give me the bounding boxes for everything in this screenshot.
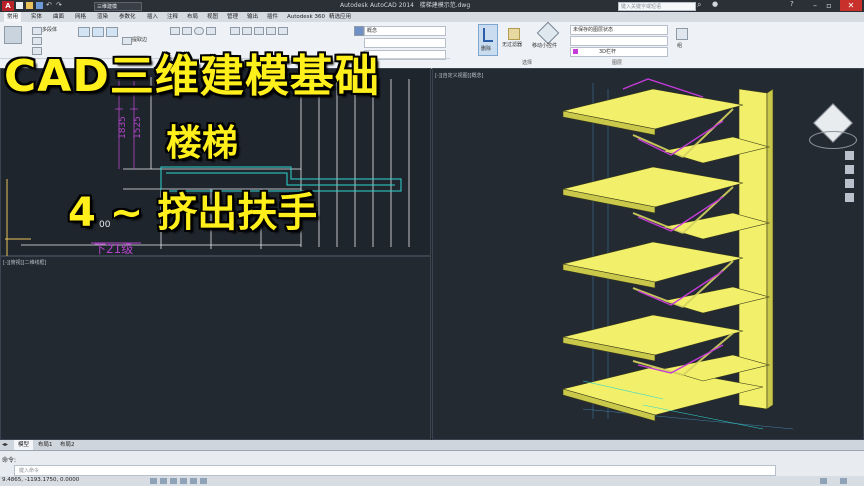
viewport-label-plan[interactable]: [-][俯视][二维线框] [3,259,47,266]
polysolid-label[interactable]: 多段体 [42,26,57,33]
workspace-dropdown[interactable]: 三维建模 [94,2,142,11]
circle-icon[interactable] [194,27,204,35]
undo-icon[interactable]: ↶ [46,1,52,9]
navigation-bar [845,151,855,215]
tab-home[interactable]: 常用 [4,12,22,22]
tab-plugins[interactable]: 插件 [264,12,281,22]
layer-color-swatch [573,49,578,54]
orbit-icon[interactable] [845,179,854,188]
align-icon[interactable] [254,27,264,35]
layers-panel-title: 图层 [612,60,623,66]
viewcube-compass[interactable] [809,131,857,149]
rotate-icon[interactable] [242,27,252,35]
window-title: Autodesk AutoCAD 2014 楼梯建模示范.dwg [340,2,471,9]
move-icon[interactable] [230,27,240,35]
viewport-right[interactable]: [-][自定义视图][概念] [432,68,864,440]
minimize-button[interactable]: – [808,0,822,11]
tab-manage[interactable]: 管理 [224,12,241,22]
layer-dropdown[interactable] [570,36,668,46]
overlay-title: CAD三维建模基础 [4,51,380,102]
tab-layout2[interactable]: 布局2 [56,440,79,450]
tab-annotate[interactable]: 注释 [164,12,181,22]
dimension-label-1525: 1525 [133,116,143,139]
move-gizmo-icon[interactable] [536,21,560,45]
tab-mesh[interactable]: 网格 [72,12,89,22]
status-toggle-group [150,478,350,484]
tab-model[interactable]: 模型 [14,440,34,450]
layout-tab-bar: ◂▸ 模型 布局1 布局2 [0,440,864,450]
layer-state-dropdown[interactable]: 未保存的图层状态 [570,25,668,35]
tab-insert[interactable]: 插入 [144,12,161,22]
otrack-icon[interactable] [200,478,207,484]
overlay-subtitle: 楼梯 [166,123,239,164]
overlay-step: 4 ~ 挤出扶手 [68,190,318,236]
coordinate-readout: 9.4865, -1193.1750, 0.0000 [2,477,80,483]
app-menu-icon[interactable]: A [2,1,14,11]
title-bar: A ↶ ↷ 三维建模 Autodesk AutoCAD 2014 楼梯建模示范.… [0,0,864,12]
viewport-bottom-left[interactable]: [-][俯视][二维线框] [0,256,431,440]
cursor-icon [483,28,493,42]
search-input[interactable]: 键入关键字或短语 [618,2,696,11]
tab-autodesk360[interactable]: Autodesk 360 [284,12,328,22]
grid-icon[interactable] [160,478,167,484]
pan-icon[interactable] [845,151,854,160]
save-icon[interactable] [36,2,43,9]
workspace-icon[interactable] [820,478,827,484]
user-icon[interactable]: ● [712,0,718,8]
search-icon[interactable]: ⌕ [697,0,701,10]
redo-icon[interactable]: ↷ [56,1,62,9]
quick-access-toolbar: ↶ ↷ [16,1,96,10]
help-icon[interactable]: ? [790,0,794,8]
group-icon[interactable] [676,28,688,40]
tab-solid[interactable]: 实体 [28,12,45,22]
group-panel-title: 组 [677,43,683,49]
polar-icon[interactable] [180,478,187,484]
mirror-icon[interactable] [266,27,276,35]
new-file-icon[interactable] [16,2,23,9]
filter-icon[interactable] [508,28,520,40]
command-input[interactable]: 键入命令 [14,465,776,476]
polysolid-icon[interactable] [32,27,42,35]
stair-direction-label: 下21级 [94,242,133,256]
tab-scroll-icons[interactable]: ◂▸ [2,440,8,450]
array-icon[interactable] [278,27,288,35]
command-line: 命令: 键入命令 [0,450,864,477]
rail-layer-dropdown[interactable]: 3D栏杆 [570,47,668,57]
dimension-label-1835: 1835 [118,116,128,139]
zoom-icon[interactable] [845,165,854,174]
tab-render[interactable]: 渲染 [94,12,111,22]
close-button[interactable]: ✕ [840,0,862,11]
delete-button[interactable]: 删除 [478,24,498,56]
visual-style-dropdown[interactable]: 概念 [364,26,446,36]
status-bar: 9.4865, -1193.1750, 0.0000 [0,476,864,486]
osnap-icon[interactable] [190,478,197,484]
maximize-button[interactable]: ▫ [822,0,836,11]
showmotion-icon[interactable] [845,193,854,202]
tab-parametric[interactable]: 参数化 [116,12,139,22]
tab-view[interactable]: 视图 [204,12,221,22]
visual-style-icon[interactable] [354,26,364,36]
tab-featured-apps[interactable]: 精选应用 [326,12,354,22]
polyline-icon[interactable] [182,27,192,35]
tab-layout1[interactable]: 布局1 [34,440,57,450]
fullscreen-icon[interactable] [840,478,847,484]
tab-layout[interactable]: 布局 [184,12,201,22]
selection-panel-title: 选择 [522,60,533,66]
line-icon[interactable] [170,27,180,35]
command-prompt: 命令: [2,457,17,464]
open-file-icon[interactable] [26,2,33,9]
arc-icon[interactable] [206,27,216,35]
command-input-placeholder: 键入命令 [19,468,40,474]
snap-icon[interactable] [150,478,157,484]
ortho-icon[interactable] [170,478,177,484]
move-gizmo-dropdown[interactable]: 移动小控件 [532,42,557,49]
tab-surface[interactable]: 曲面 [50,12,67,22]
stair-3d-model [561,78,794,430]
subtract-icon[interactable] [92,27,104,37]
fillet-icon[interactable] [106,27,118,37]
filter-dropdown[interactable]: 无过滤器 [502,41,522,48]
tab-output[interactable]: 输出 [244,12,261,22]
union-icon[interactable] [78,27,90,37]
